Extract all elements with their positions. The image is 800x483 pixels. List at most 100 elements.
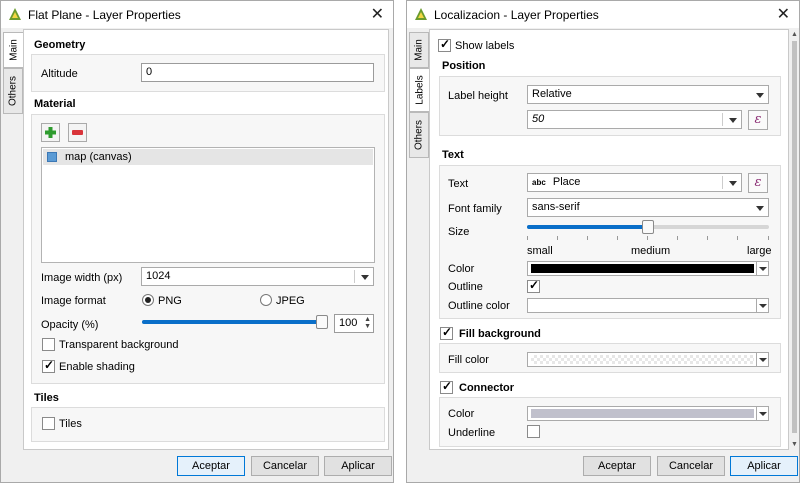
label-height-label: Label height (448, 90, 508, 102)
scroll-up-icon: ▲ (791, 31, 798, 38)
accept-button[interactable]: Aceptar (583, 456, 651, 476)
fill-color-button[interactable] (527, 352, 769, 367)
text-heading: Text (442, 149, 464, 161)
font-family-value: sans-serif (532, 201, 580, 213)
tiles-heading: Tiles (34, 392, 59, 404)
labels-panel: Show labels Position Label height Relati… (429, 29, 789, 450)
transparent-background-checkbox[interactable] (42, 338, 55, 351)
enable-shading-label: Enable shading (59, 361, 135, 373)
window-title: Flat Plane - Layer Properties (28, 8, 181, 22)
list-item-label: map (canvas) (65, 151, 132, 163)
size-slider-handle[interactable] (642, 220, 654, 234)
expression-button[interactable]: ε (748, 173, 768, 193)
remove-layer-button[interactable] (68, 123, 87, 142)
material-layer-list[interactable]: map (canvas) (41, 147, 375, 263)
color-swatch (531, 301, 754, 310)
outline-label: Outline (448, 281, 483, 293)
cancel-button[interactable]: Cancelar (251, 456, 319, 476)
plus-icon (45, 127, 56, 138)
image-format-label: Image format (41, 295, 106, 307)
outline-color-label: Outline color (448, 300, 510, 312)
tab-others[interactable]: Others (409, 112, 429, 158)
png-radio[interactable] (142, 294, 154, 306)
text-expression-combo[interactable]: abc Place (527, 173, 742, 192)
label-height-value: Relative (532, 88, 572, 100)
size-slider-fill (527, 225, 648, 229)
jpeg-label: JPEG (276, 295, 305, 307)
qgis-logo-icon (415, 8, 427, 20)
chevron-down-icon (756, 353, 768, 366)
tab-main[interactable]: Main (3, 32, 23, 68)
chevron-down-icon (756, 299, 768, 312)
fill-color-label: Fill color (448, 354, 489, 366)
connector-group (439, 397, 781, 447)
connector-heading: Connector (459, 382, 514, 394)
show-labels-label: Show labels (455, 40, 515, 52)
minus-icon (72, 130, 83, 135)
altitude-input[interactable]: 0 (141, 63, 374, 82)
position-heading: Position (442, 60, 486, 72)
layer-icon (47, 152, 57, 162)
tab-others-label: Others (7, 75, 19, 107)
spin-arrows-icon: ▲ ▼ (364, 316, 371, 330)
size-label: Size (448, 226, 470, 238)
connector-color-button[interactable] (527, 406, 769, 421)
close-icon[interactable]: ✕ (371, 4, 384, 24)
image-width-value: 1024 (146, 270, 171, 282)
accept-button[interactable]: Aceptar (177, 456, 245, 476)
jpeg-radio[interactable] (260, 294, 272, 306)
underline-label: Underline (448, 427, 496, 439)
close-icon[interactable]: ✕ (777, 4, 790, 24)
tab-main[interactable]: Main (409, 32, 429, 68)
vertical-scrollbar[interactable]: ▲ ▼ (789, 29, 799, 450)
show-labels-checkbox[interactable] (438, 37, 451, 52)
opacity-label: Opacity (%) (41, 319, 99, 331)
size-small-label: small (527, 245, 553, 257)
underline-checkbox[interactable] (527, 425, 540, 438)
chevron-down-icon (756, 93, 764, 98)
text-value: Place (552, 176, 581, 188)
chevron-down-icon (361, 275, 369, 280)
height-expression-combo[interactable]: 50 (527, 110, 742, 129)
altitude-label: Altitude (41, 68, 78, 80)
color-swatch (531, 409, 754, 418)
window-title: Localizacion - Layer Properties (434, 8, 599, 22)
fill-background-checkbox[interactable] (440, 325, 453, 340)
outline-checkbox[interactable] (527, 278, 540, 293)
apply-button[interactable]: Aplicar (730, 456, 798, 476)
scroll-down-icon: ▼ (791, 441, 798, 448)
tab-labels-label: Labels (414, 75, 425, 105)
png-label: PNG (158, 295, 182, 307)
chevron-down-icon (729, 181, 737, 186)
list-item[interactable]: map (canvas) (43, 149, 373, 165)
tiles-checkbox[interactable] (42, 417, 55, 430)
cancel-button[interactable]: Cancelar (657, 456, 725, 476)
image-width-combo[interactable]: 1024 (141, 267, 374, 286)
connector-color-label: Color (448, 408, 475, 420)
scrollbar-thumb[interactable] (792, 41, 797, 433)
outline-color-button[interactable] (527, 298, 769, 313)
tab-labels[interactable]: Labels (409, 68, 429, 112)
label-height-combo[interactable]: Relative (527, 85, 769, 104)
font-family-combo[interactable]: sans-serif (527, 198, 769, 217)
opacity-value: 100 (339, 317, 358, 329)
chevron-down-icon (756, 206, 764, 211)
text-label: Text (448, 178, 469, 190)
tab-others[interactable]: Others (3, 68, 23, 114)
opacity-spinbox[interactable]: 100 ▲ ▼ (334, 314, 374, 333)
tab-main-label: Main (413, 39, 425, 61)
tiles-label: Tiles (59, 418, 82, 430)
enable-shading-checkbox[interactable] (42, 358, 55, 373)
material-heading: Material (34, 98, 76, 110)
text-color-button[interactable] (527, 261, 769, 276)
title-bar: Flat Plane - Layer Properties ✕ (1, 1, 393, 28)
expression-button[interactable]: ε (748, 110, 768, 130)
opacity-slider-handle[interactable] (316, 315, 328, 329)
apply-button[interactable]: Aplicar (324, 456, 392, 476)
connector-checkbox[interactable] (440, 379, 453, 394)
epsilon-icon: ε (754, 175, 762, 190)
transparent-background-label: Transparent background (59, 339, 179, 351)
add-layer-button[interactable] (41, 123, 60, 142)
font-family-label: Font family (448, 203, 502, 215)
opacity-slider[interactable] (142, 320, 328, 324)
